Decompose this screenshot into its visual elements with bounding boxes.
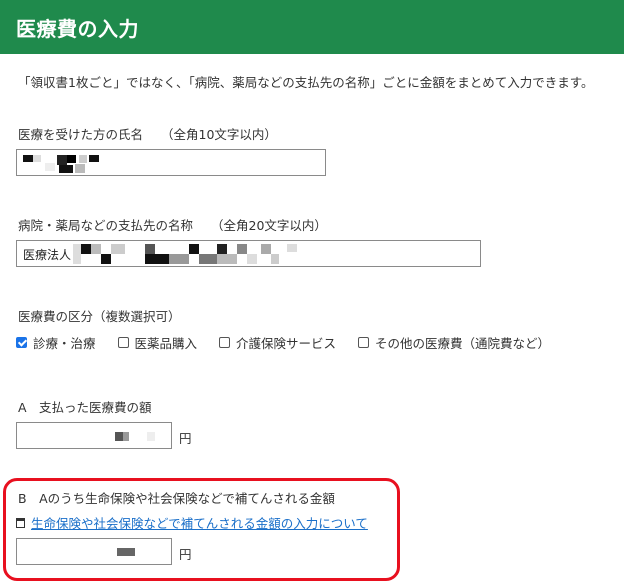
category-checkbox-group: 診療・治療 医薬品購入 介護保険サービス その他の医療費（通院費など） <box>16 333 572 352</box>
amount-a-unit: 円 <box>179 431 192 446</box>
amount-a-input[interactable] <box>16 422 172 449</box>
checkbox-treatment-label: 診療・治療 <box>33 336 96 351</box>
payee-name-note: （全角20文字以内） <box>211 218 327 233</box>
payee-name-label-text: 病院・薬局などの支払先の名称 <box>18 218 194 233</box>
checkbox-medicine-purchase-label: 医薬品購入 <box>134 336 198 351</box>
checkbox-unchecked-icon[interactable] <box>117 337 129 348</box>
checkbox-unchecked-icon[interactable] <box>219 337 231 348</box>
amount-a-label: A 支払った医療費の額 <box>18 400 152 415</box>
intro-text: 「領収書1枚ごと」ではなく、「病院、薬局などの支払先の名称」ごとに金額をまとめて… <box>18 75 594 90</box>
highlight-box <box>3 478 400 581</box>
patient-name-input[interactable] <box>16 149 326 176</box>
checkbox-unchecked-icon[interactable] <box>358 337 370 348</box>
patient-name-note: （全角10文字以内） <box>161 127 277 142</box>
patient-name-label-text: 医療を受けた方の氏名 <box>18 127 144 142</box>
patient-name-label: 医療を受けた方の氏名 （全角10文字以内） <box>18 124 277 143</box>
checkbox-checked-icon[interactable] <box>16 337 27 348</box>
redacted-payee-name <box>17 241 480 266</box>
checkbox-treatment[interactable]: 診療・治療 <box>16 333 96 352</box>
category-label: 医療費の区分（複数選択可） <box>18 309 181 324</box>
page-header: 医療費の入力 <box>0 0 624 54</box>
checkbox-other-label: その他の医療費（通院費など） <box>375 336 551 351</box>
payee-name-label: 病院・薬局などの支払先の名称 （全角20文字以内） <box>18 215 327 234</box>
redacted-patient-name <box>17 150 325 175</box>
page-title: 医療費の入力 <box>16 17 139 41</box>
checkbox-other[interactable]: その他の医療費（通院費など） <box>358 333 550 352</box>
redacted-amount-a <box>17 423 171 448</box>
payee-name-input[interactable]: 医療法人 <box>16 240 481 267</box>
checkbox-nursing-care-label: 介護保険サービス <box>236 336 337 351</box>
checkbox-medicine-purchase[interactable]: 医薬品購入 <box>117 333 198 352</box>
checkbox-nursing-care[interactable]: 介護保険サービス <box>219 333 336 352</box>
